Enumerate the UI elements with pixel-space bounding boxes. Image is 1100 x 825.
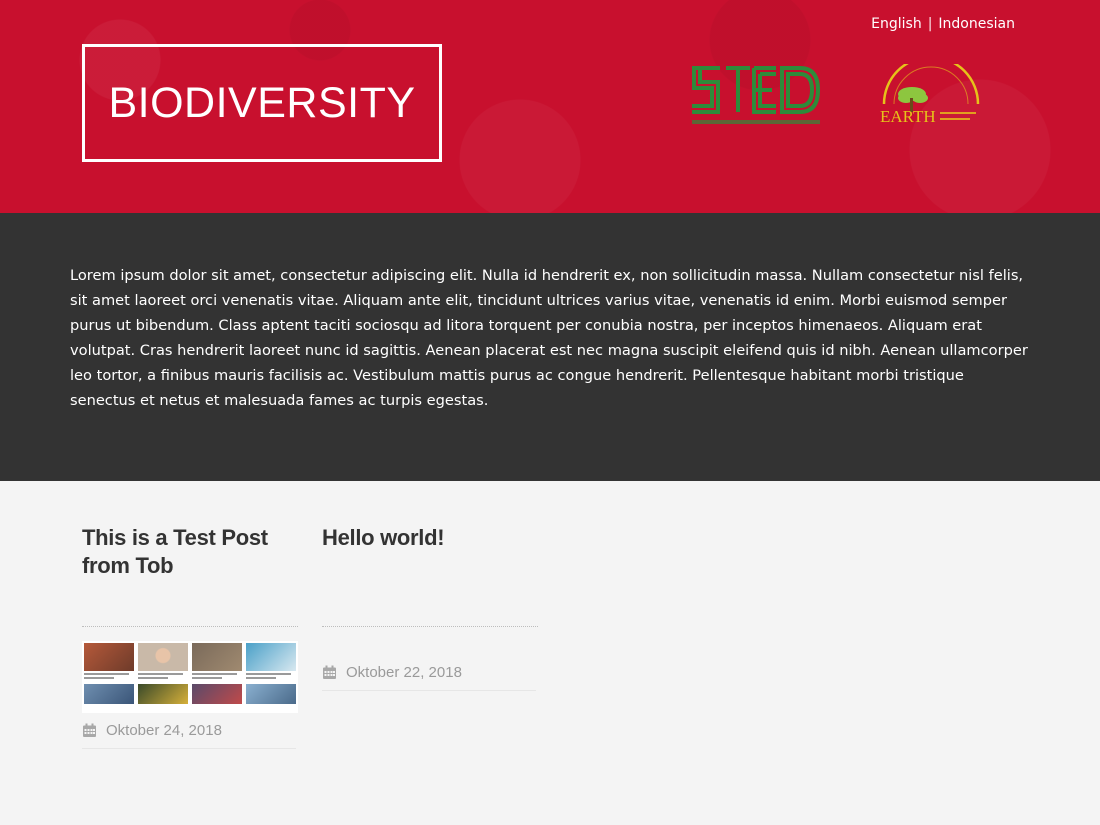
sted-logo[interactable] (688, 62, 823, 132)
language-indonesian-link[interactable]: Indonesian (938, 16, 1015, 32)
post-date-text: Oktober 24, 2018 (106, 722, 222, 739)
thumbnail-tile (84, 643, 134, 711)
thumbnail-tile (246, 643, 296, 711)
post-card: This is a Test Post from Tob Oktober 24,… (82, 524, 298, 749)
language-separator: | (927, 16, 933, 32)
post-date: Oktober 22, 2018 (322, 655, 536, 691)
svg-text:EARTH: EARTH (880, 107, 936, 126)
thumbnail-tile (192, 643, 242, 711)
post-title[interactable]: Hello world! (322, 524, 538, 626)
site-title: BIODIVERSITY (108, 78, 416, 127)
post-date-text: Oktober 22, 2018 (346, 664, 462, 681)
intro-section: Lorem ipsum dolor sit amet, consectetur … (0, 213, 1100, 481)
post-card: Hello world! Oktober 22, 2018 (322, 524, 538, 691)
calendar-icon (83, 723, 96, 737)
post-date: Oktober 24, 2018 (82, 713, 296, 749)
post-title[interactable]: This is a Test Post from Tob (82, 524, 298, 626)
thumbnail-tile (138, 643, 188, 711)
post-divider (322, 626, 538, 627)
language-switcher: English | Indonesian (871, 16, 1015, 32)
post-thumbnail[interactable] (82, 641, 298, 713)
site-header: English | Indonesian BIODIVERSITY EARTH (0, 0, 1100, 213)
post-divider (82, 626, 298, 627)
calendar-icon (323, 665, 336, 679)
earth-logo[interactable]: EARTH (878, 64, 982, 130)
site-title-box[interactable]: BIODIVERSITY (82, 44, 442, 162)
intro-text: Lorem ipsum dolor sit amet, consectetur … (70, 267, 1028, 409)
language-english-link[interactable]: English (871, 16, 922, 32)
